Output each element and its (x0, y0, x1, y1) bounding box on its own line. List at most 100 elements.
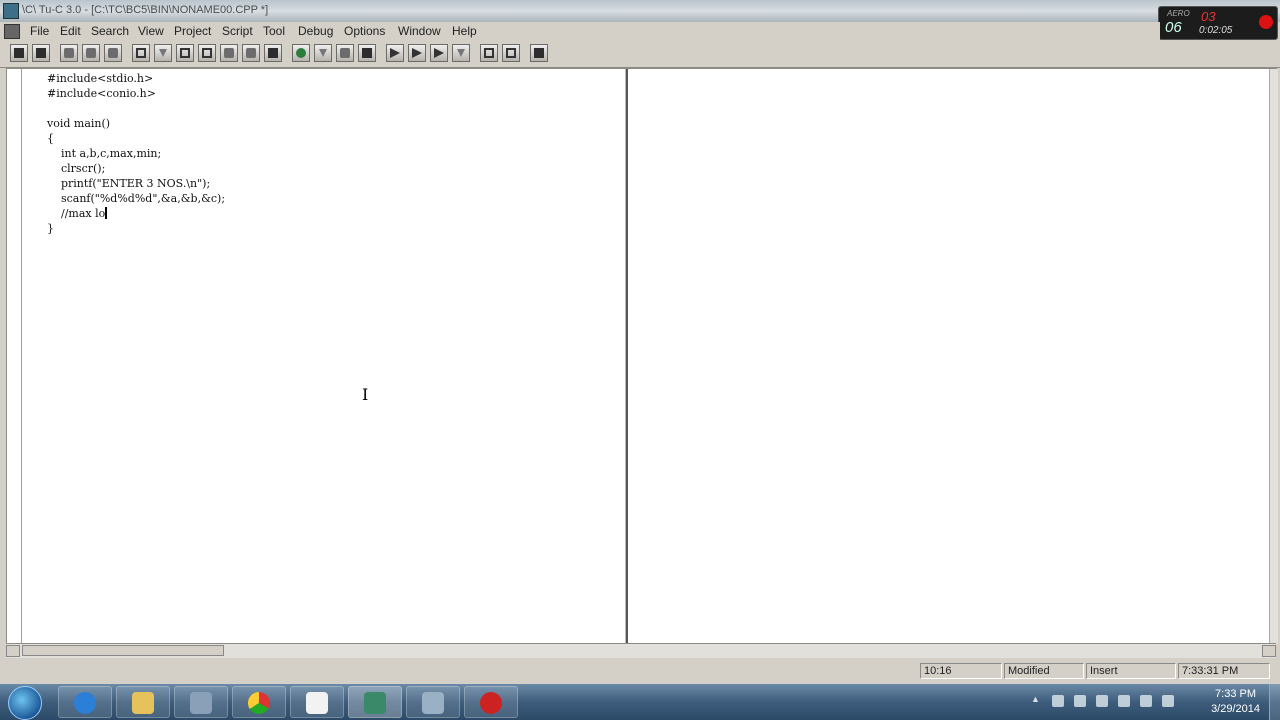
system-tray: ▲ 7:33 PM 3/29/2014 (1030, 684, 1280, 720)
code-line: #include<conio.h> (47, 87, 156, 100)
chrome-icon (248, 692, 270, 714)
title-bar: \C\ Tu-C 3.0 - [C:\TC\BC5\BIN\NONAME00.C… (0, 0, 1280, 22)
menu-search[interactable]: Search (91, 24, 129, 38)
make-icon[interactable] (358, 44, 376, 62)
paste-icon[interactable] (264, 44, 282, 62)
cursor-position: 10:16 (920, 663, 1002, 679)
app-generic-icon (422, 692, 444, 714)
code-line: } (47, 222, 54, 235)
code-line: #include<stdio.h> (47, 72, 154, 85)
undo-icon[interactable] (292, 44, 310, 62)
search-again-icon[interactable] (176, 44, 194, 62)
taskbar-chrome[interactable] (232, 686, 286, 718)
menu-debug[interactable]: Debug (298, 24, 333, 38)
text-caret (105, 207, 108, 219)
taskbar-c-compiler[interactable] (348, 686, 402, 718)
code-editor[interactable]: #include<stdio.h> #include<conio.h>​void … (6, 68, 1278, 644)
print-icon[interactable] (104, 44, 122, 62)
recorder-widget[interactable]: AERO 06 03 0:02:05 (1158, 6, 1278, 40)
recorder-seconds: 03 (1201, 9, 1216, 24)
save-all-icon[interactable] (82, 44, 100, 62)
menu-help[interactable]: Help (452, 24, 477, 38)
taskbar-app-generic[interactable] (406, 686, 460, 718)
tile-vertical-icon[interactable] (502, 44, 520, 62)
menu-project[interactable]: Project (174, 24, 211, 38)
app-icon (3, 3, 19, 19)
recorder-aero-label: AERO (1167, 9, 1190, 18)
taskbar: ▲ 7:33 PM 3/29/2014 (0, 684, 1280, 720)
code-line: int a,b,c,max,min; (47, 147, 162, 160)
device-icon[interactable] (1074, 695, 1086, 707)
system-menu-icon[interactable] (4, 24, 20, 39)
scroll-right-arrow-icon[interactable] (1262, 645, 1276, 657)
recorder-elapsed: 0:02:05 (1199, 25, 1233, 36)
taskbar-app-window[interactable] (174, 686, 228, 718)
pane-splitter[interactable] (625, 69, 628, 644)
code-line: scanf("%d%d%d",&a,&b,&c); (47, 192, 226, 205)
network-icon[interactable] (1096, 695, 1108, 707)
show-desktop-button[interactable] (1269, 684, 1280, 720)
modified-indicator: Modified (1004, 663, 1084, 679)
insert-mode-indicator: Insert (1086, 663, 1176, 679)
taskbar-file-explorer[interactable] (116, 686, 170, 718)
taskbar-recorder[interactable] (464, 686, 518, 718)
clock-time: 7:33 PM (1215, 688, 1257, 700)
menu-view[interactable]: View (138, 24, 164, 38)
code-line-text: //max lo (47, 207, 106, 220)
flag-icon[interactable] (1052, 695, 1064, 707)
taskbar-clock[interactable]: 7:33 PM 3/29/2014 (1211, 687, 1260, 717)
cut-icon[interactable] (220, 44, 238, 62)
taskbar-internet-explorer[interactable] (58, 686, 112, 718)
folder-icon (132, 692, 154, 714)
scroll-thumb[interactable] (22, 645, 224, 656)
toolbar (0, 40, 1280, 68)
power-icon[interactable] (1162, 695, 1174, 707)
internet-explorer-icon (74, 692, 96, 714)
volume-icon[interactable] (1118, 695, 1130, 707)
redo-icon[interactable] (314, 44, 332, 62)
code-line: printf("ENTER 3 NOS.\n"); (47, 177, 211, 190)
taskbar-media-player[interactable] (290, 686, 344, 718)
menu-options[interactable]: Options (344, 24, 385, 38)
copy-icon[interactable] (242, 44, 260, 62)
window-title: \C\ Tu-C 3.0 - [C:\TC\BC5\BIN\NONAME00.C… (22, 4, 269, 16)
menu-bar: File Edit Search View Project Script Too… (0, 22, 1160, 40)
help-context-icon[interactable] (530, 44, 548, 62)
tile-horizontal-icon[interactable] (480, 44, 498, 62)
menu-window[interactable]: Window (398, 24, 441, 38)
breakpoint-icon[interactable] (452, 44, 470, 62)
vertical-scrollbar[interactable] (1269, 69, 1278, 644)
menu-script[interactable]: Script (222, 24, 253, 38)
replace-icon[interactable] (154, 44, 172, 62)
compile-icon[interactable] (336, 44, 354, 62)
c-compiler-icon (364, 692, 386, 714)
menu-file[interactable]: File (30, 24, 49, 38)
code-line: clrscr(); (47, 162, 106, 175)
code-line: ​ (47, 101, 225, 116)
editor-gutter (7, 69, 22, 644)
find-next-icon[interactable] (198, 44, 216, 62)
code-text[interactable]: #include<stdio.h> #include<conio.h>​void … (47, 71, 225, 236)
step-over-icon[interactable] (408, 44, 426, 62)
record-icon[interactable] (1259, 15, 1273, 29)
status-bar: 10:16 Modified Insert 7:33:31 PM (0, 658, 1280, 684)
start-button[interactable] (8, 686, 42, 720)
trace-into-icon[interactable] (430, 44, 448, 62)
menu-edit[interactable]: Edit (60, 24, 81, 38)
open-file-icon[interactable] (32, 44, 50, 62)
new-file-icon[interactable] (10, 44, 28, 62)
find-icon[interactable] (132, 44, 150, 62)
run-icon[interactable] (386, 44, 404, 62)
recorder-app-icon (480, 692, 502, 714)
status-time: 7:33:31 PM (1178, 663, 1270, 679)
tray-app-icon[interactable] (1140, 695, 1152, 707)
horizontal-scrollbar[interactable] (6, 643, 1276, 658)
menu-tool[interactable]: Tool (263, 24, 285, 38)
code-line-current: //max lo (47, 206, 225, 221)
app-window-icon (190, 692, 212, 714)
media-player-icon (306, 692, 328, 714)
show-hidden-icons-icon[interactable]: ▲ (1031, 694, 1043, 706)
scroll-left-arrow-icon[interactable] (6, 645, 20, 657)
recorder-minutes: 06 (1165, 19, 1182, 36)
save-icon[interactable] (60, 44, 78, 62)
